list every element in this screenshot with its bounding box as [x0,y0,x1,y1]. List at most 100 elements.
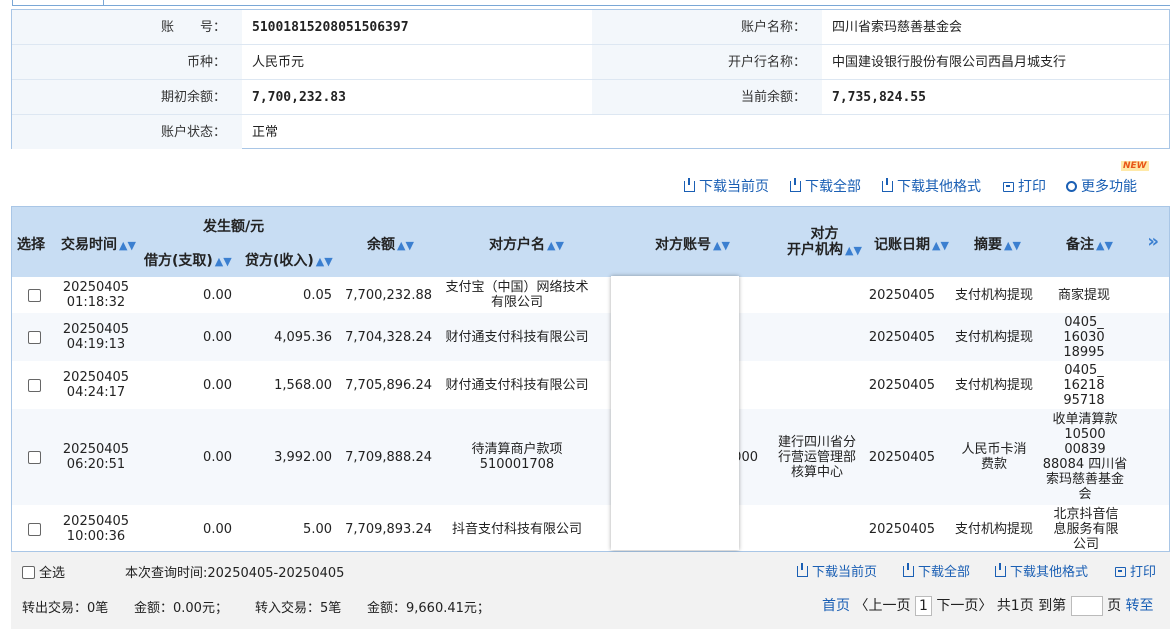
header-credit[interactable]: 贷方(收入) ▲▼ [245,250,333,270]
select-all-label: 全选 [39,566,66,581]
post-date-cell: 20250405 [868,521,936,537]
counter-name-cell: 抖音支付科技有限公司 [451,521,582,537]
row-checkbox[interactable] [27,522,41,536]
first-page-link[interactable]: 首页 [822,598,850,614]
goto-button[interactable]: 转至 [1126,598,1154,614]
select-all-checkbox[interactable]: 全选 [22,562,65,581]
remark-cell: 0405_ 16218 95718 [1063,362,1105,408]
tx-time-cell: 20250405 06:20:51 [56,409,136,505]
out-amount: 金额：0.00元； [134,601,228,616]
footer-download-page-label: 下载当前页 [812,565,878,580]
header-debit[interactable]: 借方(支取) ▲▼ [144,250,232,270]
footer-download-other-button[interactable]: 下载其他格式 [995,561,1088,580]
currency-label: 币种： [186,55,226,70]
counter-bank-cell [774,313,862,361]
counter-bank-cell [774,277,862,313]
footer-download-page-button[interactable]: 下载当前页 [797,561,877,580]
tx-date: 20250405 [62,442,130,457]
header-balance[interactable]: 余额 ▲▼ [367,234,414,254]
print-button[interactable]: 打印 [1003,176,1046,196]
remark-cell: 北京抖音信息服务有限公司 [1053,506,1119,552]
account-status-label: 账户状态： [160,125,226,140]
out-tx-count: 转出交易：0笔 [22,601,109,616]
counter-bank-cell [774,361,862,409]
balance-cell: 7,709,893.24 [345,521,432,537]
credit-cell: 0.05 [303,287,332,303]
table-row[interactable]: 20250405 01:18:32 0.00 0.05 7,700,232.88 … [12,277,1169,313]
credit-cell: 4,095.36 [274,329,332,345]
printer-icon [1003,182,1014,192]
debit-cell: 0.00 [203,329,232,345]
download-icon [903,563,914,577]
account-status-value: 正常 [252,125,279,140]
download-all-button[interactable]: 下载全部 [790,176,861,196]
summary-cell: 支付机构提现 [954,377,1033,393]
header-counter-bank[interactable]: 对方 开户机构 ▲▼ [787,226,862,259]
download-icon [684,178,695,192]
header-time-label: 交易时间 [61,237,117,253]
tab-bar-line [104,5,1170,6]
header-summary[interactable]: 摘要 ▲▼ [974,234,1021,254]
download-other-button[interactable]: 下载其他格式 [882,176,981,196]
in-tx-count: 转入交易：5笔 [255,601,342,616]
summary-cell: 人民币卡消费款 [961,442,1027,472]
header-post-date[interactable]: 记账日期 ▲▼ [874,234,949,254]
remark-cell: 收单清算款 10500 00839 88084 四川省索玛慈善基金会 [1042,412,1128,502]
post-date-cell: 20250405 [868,449,936,465]
debit-cell: 0.00 [203,521,232,537]
table-row[interactable]: 20250405 04:19:13 0.00 4,095.36 7,704,328… [12,313,1169,361]
remark-cell: 商家提现 [1057,287,1110,303]
sort-icon: ▲▼ [1004,239,1021,252]
bank-name-label: 开户行名称： [727,55,806,70]
header-counter-name[interactable]: 对方户名 ▲▼ [489,234,564,254]
print-label: 打印 [1018,179,1046,195]
row-checkbox[interactable] [27,330,41,344]
tx-date: 20250405 [62,514,130,529]
table-row[interactable]: 20250405 06:20:51 0.00 3,992.00 7,709,888… [12,409,1169,505]
sort-icon: ▲▼ [119,239,136,252]
counter-bank-cell: 建行四川省分行营运管理部核算中心 [777,434,856,480]
tx-time-cell: 20250405 04:19:13 [56,313,136,361]
header-counter-account[interactable]: 对方账号 ▲▼ [655,234,730,254]
header-remark[interactable]: 备注 ▲▼ [1066,234,1113,254]
page-unit-label: 页 [1107,598,1122,614]
row-checkbox[interactable] [27,288,41,302]
in-amount: 金额：9,660.41元； [367,601,490,616]
next-page-link[interactable]: 下一页〉 [936,598,992,614]
more-functions-label: 更多功能 [1081,179,1137,195]
expand-columns-icon[interactable]: » [1147,231,1159,252]
footer-print-button[interactable]: 打印 [1115,561,1156,580]
pagination: 首页 〈上一页 1 下一页〉 共1页 到第 页 转至 [822,595,1154,616]
footer-download-all-button[interactable]: 下载全部 [903,561,970,580]
counter-name-cell: 财付通支付科技有限公司 [445,377,589,393]
balance-cell: 7,700,232.88 [345,287,432,303]
more-functions-button[interactable]: 更多功能 [1066,176,1137,196]
row-checkbox[interactable] [27,378,41,392]
download-icon [882,178,893,192]
tx-time-cell: 20250405 10:00:36 [56,505,136,551]
goto-label: 到第 [1038,598,1067,614]
prev-page-link[interactable]: 〈上一页 [854,598,910,614]
table-footer: 全选 本次查询时间:20250405-20250405 下载当前页 下载全部 下… [11,552,1170,629]
total-pages: 共1页 [996,598,1034,614]
current-page[interactable]: 1 [914,596,932,616]
row-checkbox[interactable] [27,450,41,464]
query-time-text: 本次查询时间:20250405-20250405 [125,566,345,581]
balance-cell: 7,709,888.24 [345,449,432,465]
download-other-label: 下载其他格式 [897,179,981,195]
table-row[interactable]: 20250405 10:00:36 0.00 5.00 7,709,893.24 … [12,505,1169,552]
active-tab[interactable] [12,0,104,6]
checkbox-box[interactable] [22,566,35,579]
sort-icon: ▲▼ [932,239,949,252]
goto-page-input[interactable] [1070,596,1103,616]
printer-icon [1115,567,1126,577]
post-date-cell: 20250405 [868,329,936,345]
header-time[interactable]: 交易时间 ▲▼ [61,234,136,254]
download-page-button[interactable]: 下载当前页 [684,176,769,196]
tx-time: 04:19:13 [66,337,126,352]
info-row-balance: 期初余额： 7,700,232.83 当前余额： 7,735,824.55 [12,80,1169,115]
table-row[interactable]: 20250405 04:24:17 0.00 1,568.00 7,705,896… [12,361,1169,409]
remark-cell: 0405_ 16030 18995 [1063,314,1105,360]
transaction-table: 选择 交易时间 ▲▼ 发生额/元 借方(支取) ▲▼ 贷方(收入) ▲▼ 余额 ▲▼ 对… [11,206,1170,552]
redaction-overlay [611,276,739,550]
